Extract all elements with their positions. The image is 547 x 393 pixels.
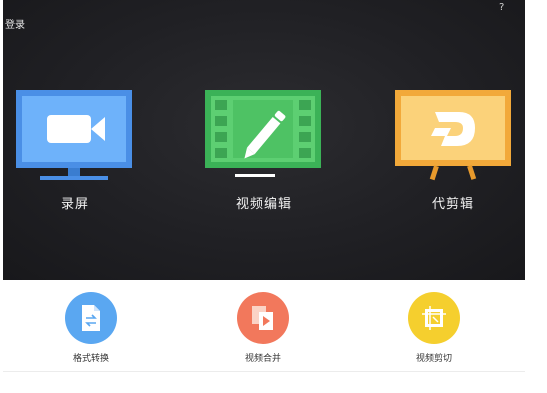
tool-label-video-cut: 视频剪切 <box>415 354 452 364</box>
tile-label-agency-edit: 代剪辑 <box>431 197 474 212</box>
agency-edit-icon <box>395 90 511 181</box>
screen-record-icon <box>16 90 132 180</box>
video-edit-tile[interactable] <box>205 90 321 182</box>
tool-label-format-convert: 格式转换 <box>72 354 109 364</box>
login-link[interactable]: 登录 <box>5 16 25 31</box>
video-cut-icon <box>408 292 460 344</box>
video-merge-button[interactable]: 视频合并 <box>213 292 313 364</box>
tile-label-screen-record: 录屏 <box>60 197 89 212</box>
video-cut-button[interactable]: 视频剪切 <box>384 292 484 364</box>
video-merge-icon <box>237 292 289 344</box>
help-icon[interactable]: ? <box>499 2 504 13</box>
agency-edit-tile[interactable] <box>395 90 511 182</box>
format-convert-button[interactable]: 格式转换 <box>41 292 141 364</box>
format-convert-icon <box>65 292 117 344</box>
video-edit-icon <box>205 90 321 177</box>
tool-label-video-merge: 视频合并 <box>244 354 281 364</box>
screen-record-tile[interactable] <box>16 90 132 182</box>
app-window: 登录 ? 录屏 视频编辑 代剪辑 格式转换 视频合并 视频剪切 <box>3 0 525 372</box>
tile-label-video-edit: 视频编辑 <box>235 197 292 212</box>
main-feature-panel: 登录 ? 录屏 视频编辑 代剪辑 <box>3 0 525 280</box>
tools-panel: 格式转换 视频合并 视频剪切 <box>3 280 525 372</box>
